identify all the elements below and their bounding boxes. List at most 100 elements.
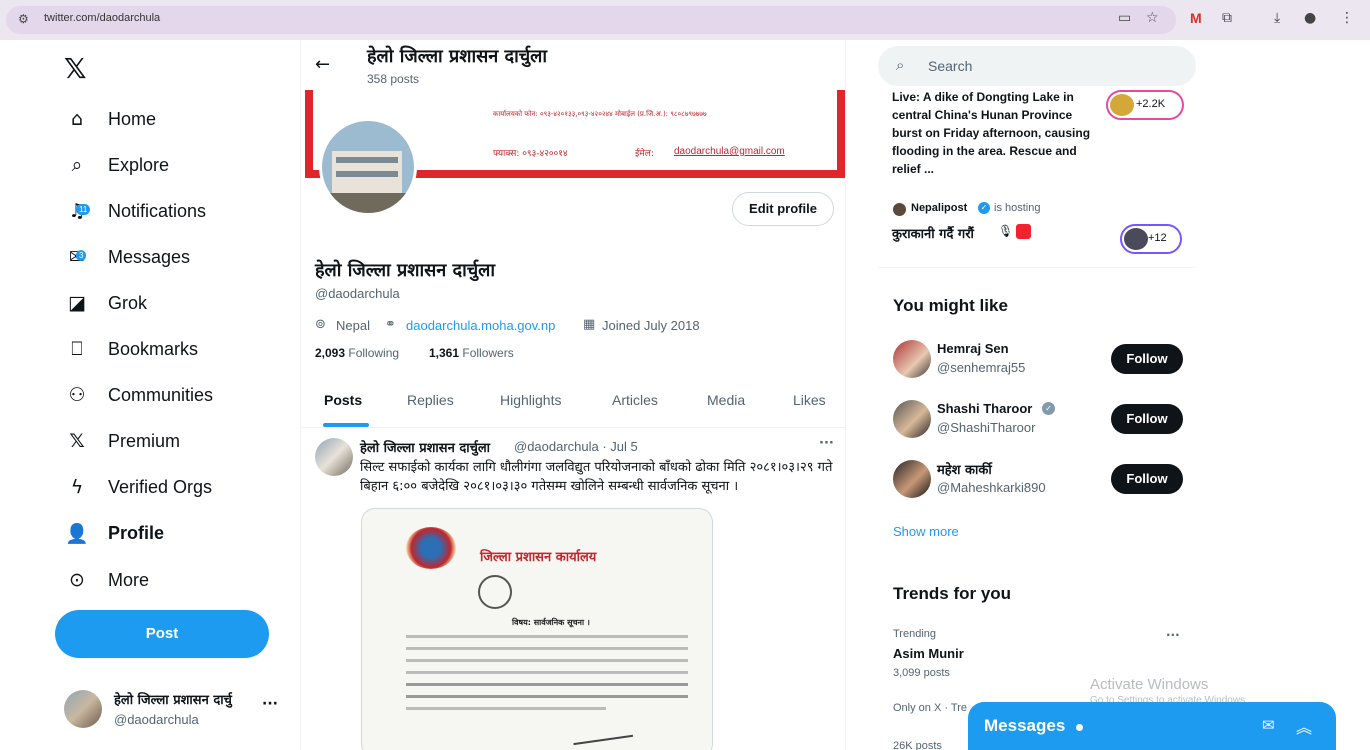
profile-icon[interactable]: ●	[1304, 10, 1316, 26]
news-facepile: +2.2K	[1106, 90, 1184, 120]
nav-label: Bookmarks	[108, 338, 199, 359]
search-icon: ⌕	[896, 56, 905, 74]
lightning-icon: ϟ	[70, 476, 84, 498]
extensions-icon[interactable]: ⧉	[1222, 10, 1232, 26]
nav-communities[interactable]: ⚇ Communities	[64, 375, 213, 415]
profile-handle: @daodarchula	[315, 286, 400, 301]
suggestion-handle: @Maheshkarki890	[937, 480, 1046, 495]
calendar-icon: ▦	[583, 317, 596, 332]
nav-notifications[interactable]: ♫11 Notifications	[64, 191, 206, 231]
person-icon: 👤	[65, 522, 89, 545]
nav-bookmarks[interactable]: ⎕ Bookmarks	[64, 329, 198, 369]
profile-avatar[interactable]	[319, 118, 417, 216]
nav-grok[interactable]: ◪ Grok	[64, 283, 147, 323]
site-settings-icon[interactable]: ⚙	[18, 12, 29, 26]
people-icon: ⚇	[68, 384, 86, 406]
unread-dot-icon	[1076, 724, 1083, 731]
profile-joined: Joined July 2018	[602, 318, 700, 333]
space-count: +12	[1148, 232, 1167, 244]
tweet[interactable]: हेलो जिल्ला प्रशासन दार्चुला @daodarchul…	[301, 428, 845, 750]
gmail-icon[interactable]: M	[1190, 10, 1202, 26]
nav-profile[interactable]: 👤 Profile	[64, 513, 164, 553]
trend-more-icon[interactable]: ···	[1166, 628, 1180, 642]
nav-more[interactable]: ⊙ More	[64, 560, 149, 600]
bookmark-star-icon[interactable]: ☆	[1146, 10, 1159, 26]
nav-home[interactable]: ⌂ Home	[64, 99, 156, 139]
account-switcher[interactable]: हेलो जिल्ला प्रशासन दार्चु @daodarchula …	[64, 688, 284, 732]
tab-media[interactable]: Media	[707, 392, 745, 408]
download-icon[interactable]: ⤓	[1274, 10, 1280, 26]
home-icon: ⌂	[70, 108, 84, 130]
nav-label: Communities	[108, 384, 214, 405]
verified-badge-icon: ✓	[978, 202, 990, 214]
nav-verified-orgs[interactable]: ϟ Verified Orgs	[64, 467, 212, 507]
doc-stamp	[478, 575, 512, 609]
banner-phone: कार्यालयको फोन: ०९३-४२०१३३,०९३-४२०२४४ मो…	[493, 110, 707, 118]
doc-heading: जिल्ला प्रशासन कार्यालय	[480, 550, 597, 565]
profile-website[interactable]: daodarchula.moha.gov.np	[406, 318, 555, 333]
profile-location: Nepal	[336, 318, 370, 333]
follow-button[interactable]: Follow	[1111, 464, 1183, 494]
verified-badge-icon: ✓	[1042, 402, 1055, 415]
suggestion-name: महेश कार्की	[937, 463, 992, 478]
address-bar[interactable]	[6, 6, 1176, 34]
followers-count: 1,361	[429, 346, 460, 360]
tweet-image[interactable]: जिल्ला प्रशासन कार्यालय विषय: सार्वजनिक …	[361, 508, 713, 750]
tab-likes[interactable]: Likes	[793, 392, 826, 408]
back-arrow-icon[interactable]: ←	[315, 54, 330, 75]
trends-title: Trends for you	[893, 584, 1012, 603]
doc-signature	[570, 716, 634, 746]
browser-toolbar: ⚙ twitter.com/daodarchula ▭ ☆ M ⧉ ⤓ ● ⋮	[0, 0, 1370, 40]
notification-badge: 11	[76, 204, 91, 215]
bell-icon: ♫11	[64, 200, 91, 222]
trend-label: Trending	[893, 628, 937, 640]
nav-explore[interactable]: ⌕ Explore	[64, 145, 169, 185]
search-bar[interactable]: ⌕ Search	[878, 46, 1196, 86]
tab-articles[interactable]: Articles	[612, 392, 658, 408]
search-icon: ⌕	[71, 154, 83, 176]
live-icon	[1016, 224, 1031, 239]
tweet-more-icon[interactable]: ···	[819, 436, 834, 451]
followers-link[interactable]: 1,361 Followers	[429, 346, 514, 360]
nav-label: Verified Orgs	[108, 476, 213, 497]
follow-button[interactable]: Follow	[1111, 344, 1183, 374]
x-logo-icon[interactable]: 𝕏	[64, 52, 87, 85]
tweet-author[interactable]: हेलो जिल्ला प्रशासन दार्चुला	[360, 438, 490, 456]
following-label: Following	[348, 346, 400, 360]
url-text[interactable]: twitter.com/daodarchula	[44, 12, 160, 24]
space-title: कुराकानी गर्दै गरौं	[892, 227, 974, 242]
follow-button[interactable]: Follow	[1111, 404, 1183, 434]
microphone-icon: 🎙	[998, 224, 1014, 238]
space-host: Nepalipost	[911, 202, 968, 214]
post-button[interactable]: Post	[55, 610, 269, 658]
browser-menu-icon[interactable]: ⋮	[1340, 10, 1354, 26]
search-placeholder: Search	[928, 58, 973, 74]
messages-drawer-label: Messages	[984, 716, 1066, 735]
nav-messages[interactable]: ✉3 Messages	[64, 237, 190, 277]
link-icon: ⚭	[385, 317, 396, 332]
nav-premium[interactable]: 𝕏 Premium	[64, 421, 180, 461]
followers-label: Followers	[462, 346, 514, 360]
tweet-avatar	[315, 438, 353, 476]
trend-item[interactable]: Only on X · Tre 26K posts	[878, 696, 968, 750]
account-avatar	[64, 690, 102, 728]
tab-posts[interactable]: Posts	[324, 392, 362, 408]
tab-highlights[interactable]: Highlights	[500, 392, 561, 408]
tab-replies[interactable]: Replies	[407, 392, 454, 408]
cast-icon[interactable]: ▭	[1118, 10, 1131, 26]
news-item[interactable]: Live: A dike of Dongting Lake in central…	[878, 88, 1196, 268]
messages-drawer[interactable]: Messages ✉ ︽	[968, 702, 1336, 750]
new-message-icon[interactable]: ✉	[1262, 716, 1275, 734]
edit-profile-button[interactable]: Edit profile	[732, 192, 834, 226]
news-text: Live: A dike of Dongting Lake in central…	[892, 90, 1091, 176]
suggestion-name: Hemraj Sen	[937, 341, 1009, 356]
following-link[interactable]: 2,093 Following	[315, 346, 399, 360]
show-more-link[interactable]: Show more	[893, 524, 959, 539]
suggestion-avatar	[893, 340, 931, 378]
expand-chevron-icon[interactable]: ︽	[1296, 714, 1312, 738]
nav-label: Messages	[108, 246, 191, 267]
x-icon: 𝕏	[69, 430, 85, 452]
profile-column: ← हेलो जिल्ला प्रशासन दार्चुला 358 posts…	[300, 40, 846, 750]
nav-label: Notifications	[108, 200, 207, 221]
nav-label: Grok	[108, 292, 148, 313]
